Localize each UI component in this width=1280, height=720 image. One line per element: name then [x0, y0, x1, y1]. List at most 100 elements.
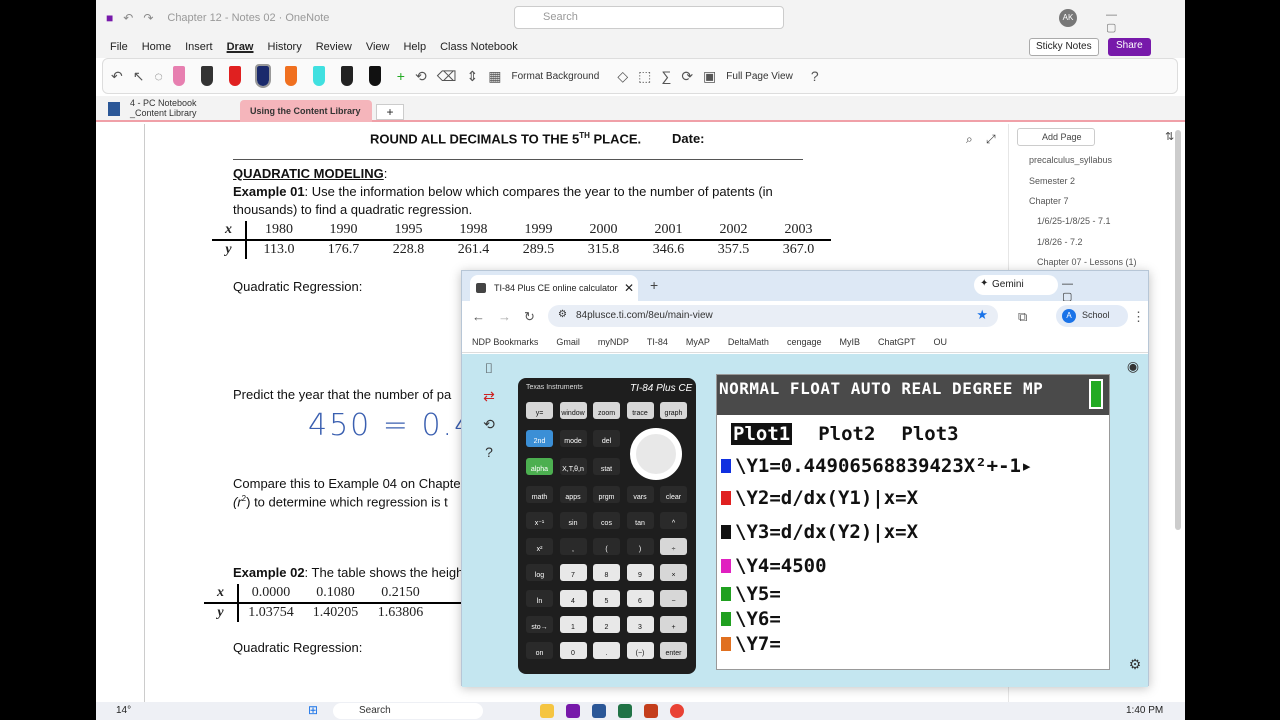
format-background-icon[interactable]: ▦	[488, 68, 501, 85]
reload-icon[interactable]: ↻	[524, 309, 535, 325]
calc-key[interactable]: window	[559, 402, 587, 419]
notebook-selector[interactable]: 4 - PC Notebook _Content Library	[130, 98, 197, 118]
page-item[interactable]: 1/8/26 - 7.2	[1037, 237, 1083, 247]
calc-key[interactable]: clear	[660, 486, 687, 503]
menu-history[interactable]: History	[268, 41, 302, 53]
calc-key[interactable]: .	[593, 642, 620, 659]
ink-to-text-icon[interactable]: ⬚	[638, 68, 651, 85]
bookmark-item[interactable]: OU	[934, 337, 948, 347]
pen-pink[interactable]	[172, 66, 185, 86]
bookmark-item[interactable]: myNDP	[598, 337, 629, 347]
calc-key[interactable]: 4	[559, 590, 587, 607]
menu-home[interactable]: Home	[142, 41, 171, 53]
cast-icon[interactable]: ⧉	[1018, 309, 1027, 325]
send-icon[interactable]: ⇄	[480, 388, 498, 406]
calc-key[interactable]: 1	[559, 616, 587, 633]
shapes-icon[interactable]: ◇	[617, 68, 628, 85]
section-tab[interactable]: Using the Content Library	[240, 100, 372, 122]
undo-icon[interactable]: ↶	[123, 11, 133, 25]
calc-key[interactable]: ,	[559, 538, 587, 555]
pen-black[interactable]	[200, 66, 213, 86]
calc-key[interactable]: 8	[593, 564, 620, 581]
back-icon[interactable]: ←	[472, 309, 485, 324]
math-icon[interactable]: ∑	[661, 68, 671, 84]
page-item[interactable]: Chapter 7	[1029, 196, 1069, 206]
bookmark-item[interactable]: Gmail	[556, 337, 580, 347]
calc-key[interactable]: graph	[660, 402, 687, 419]
calc-key[interactable]: (−)	[626, 642, 654, 659]
calc-key[interactable]: ×	[660, 564, 687, 581]
menu-class-notebook[interactable]: Class Notebook	[440, 41, 518, 53]
avatar[interactable]: AK	[1059, 9, 1077, 27]
equation-line[interactable]: \Y5=	[721, 583, 781, 605]
sort-icon[interactable]: ⇅	[1165, 130, 1174, 143]
calc-key[interactable]: X,T,θ,n	[559, 458, 587, 475]
menu-file[interactable]: File	[110, 41, 128, 53]
calc-key[interactable]: cos	[593, 512, 620, 529]
format-background-button[interactable]: Format Background	[511, 71, 599, 82]
calc-key[interactable]: sin	[559, 512, 587, 529]
bookmark-item[interactable]: MyAP	[686, 337, 710, 347]
calc-key[interactable]: 6	[626, 590, 654, 607]
bookmark-star-icon[interactable]: ★	[976, 307, 988, 323]
bookmark-item[interactable]: DeltaMath	[728, 337, 769, 347]
search-input[interactable]: Search	[514, 6, 784, 29]
equation-line[interactable]: \Y1=0.44906568839423X²+-1▸	[721, 455, 1032, 477]
calc-key[interactable]: stat	[593, 458, 620, 475]
onenote-icon[interactable]	[566, 704, 580, 718]
camera-icon[interactable]: ⌷	[480, 360, 498, 378]
page-item[interactable]: precalculus_syllabus	[1029, 155, 1112, 165]
word-icon[interactable]	[592, 704, 606, 718]
menu-insert[interactable]: Insert	[185, 41, 213, 53]
page-item[interactable]: Chapter 07 - Lessons (1)	[1037, 257, 1137, 267]
full-page-view-button[interactable]: Full Page View	[726, 71, 793, 82]
chrome-icon[interactable]	[670, 704, 684, 718]
page-item[interactable]: Semester 2	[1029, 176, 1075, 186]
lasso-icon[interactable]: ◌	[154, 68, 162, 84]
help-icon[interactable]: ?	[480, 444, 498, 462]
equation-line[interactable]: \Y4=4500	[721, 555, 827, 577]
calc-key[interactable]: y=	[526, 402, 553, 419]
excel-icon[interactable]	[618, 704, 632, 718]
weather-text[interactable]: 14°	[116, 705, 131, 716]
calc-key[interactable]: x²	[526, 538, 553, 555]
bookmark-item[interactable]: cengage	[787, 337, 822, 347]
calc-key[interactable]: )	[626, 538, 654, 555]
clock[interactable]: 1:40 PM	[1126, 705, 1163, 716]
history-icon[interactable]: ⟲	[480, 416, 498, 434]
highlighter-cyan[interactable]	[312, 66, 325, 86]
calc-key[interactable]: ^	[660, 512, 687, 529]
sticky-notes-button[interactable]: Sticky Notes	[1029, 38, 1099, 56]
equation-line[interactable]: \Y7=	[721, 633, 781, 655]
calc-key[interactable]: log	[526, 564, 553, 581]
calc-key[interactable]: enter	[660, 642, 687, 659]
menu-view[interactable]: View	[366, 41, 390, 53]
file-explorer-icon[interactable]	[540, 704, 554, 718]
insert-space-icon[interactable]: ⇕	[467, 68, 479, 85]
calc-key[interactable]: 9	[626, 564, 654, 581]
add-pen-icon[interactable]: +	[397, 68, 405, 84]
full-page-icon[interactable]: ▣	[703, 68, 716, 85]
pen-red[interactable]	[228, 66, 241, 86]
calc-key[interactable]: vars	[626, 486, 654, 503]
calc-key[interactable]: on	[526, 642, 553, 659]
calc-key[interactable]: (	[593, 538, 620, 555]
scrollbar[interactable]	[1175, 130, 1181, 530]
calc-key[interactable]: sto→	[526, 616, 553, 633]
calc-key[interactable]: tan	[626, 512, 654, 529]
gemini-button[interactable]: ✦ Gemini	[974, 275, 1058, 295]
bookmark-item[interactable]: MyIB	[839, 337, 860, 347]
undo-icon[interactable]: ↶	[111, 68, 123, 85]
forward-icon[interactable]: →	[498, 309, 511, 324]
calc-key[interactable]: apps	[559, 486, 587, 503]
profile-button[interactable]: A School	[1056, 305, 1128, 327]
calc-key[interactable]: prgm	[593, 486, 620, 503]
menu-help[interactable]: Help	[403, 41, 426, 53]
start-icon[interactable]: ⊞	[308, 703, 318, 717]
account-icon[interactable]: ◉	[1124, 358, 1142, 376]
calc-key[interactable]: 2	[593, 616, 620, 633]
taskbar-search[interactable]: Search	[333, 703, 483, 719]
select-icon[interactable]: ↖	[133, 68, 145, 85]
calc-key[interactable]: del	[593, 430, 620, 447]
pen-orange[interactable]	[284, 66, 297, 86]
